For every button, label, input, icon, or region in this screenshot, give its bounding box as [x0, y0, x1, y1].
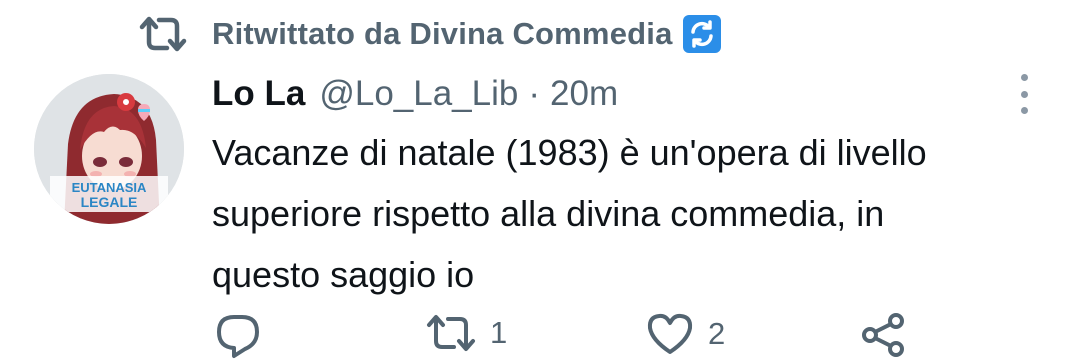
- author-handle[interactable]: @Lo_La_Lib: [319, 74, 518, 114]
- action-bar: 1 2: [0, 308, 1080, 360]
- reply-icon: [217, 315, 259, 358]
- retweet-icon: [138, 15, 188, 53]
- share-icon: [862, 313, 904, 357]
- tweet-text-line: superiore rispetto alla divina commedia,…: [212, 193, 885, 234]
- separator-dot: ·: [528, 74, 541, 113]
- tweet-timestamp[interactable]: 20m: [550, 74, 618, 114]
- avatar[interactable]: EUTANASIA LEGALE: [34, 74, 184, 224]
- retweet-banner-label[interactable]: Ritwittato da Divina Commedia: [212, 16, 673, 52]
- retweet-banner[interactable]: Ritwittato da Divina Commedia: [138, 12, 721, 56]
- tweet-header: Lo La @Lo_La_Lib · 20m: [212, 70, 618, 118]
- tweet-text-line: Vacanze di natale (1983) è un'opera di l…: [212, 132, 927, 173]
- refresh-icon: [682, 15, 721, 53]
- reply-button[interactable]: [214, 312, 262, 360]
- like-count: 2: [708, 316, 726, 351]
- retweet-icon: [427, 315, 475, 351]
- more-options-icon[interactable]: [1012, 72, 1036, 116]
- retweet-count: 1: [490, 315, 508, 350]
- heart-icon: [647, 313, 693, 354]
- like-button[interactable]: 2: [646, 312, 725, 356]
- share-button[interactable]: [860, 312, 908, 358]
- tweet-text: Vacanze di natale (1983) è un'opera di l…: [212, 122, 1052, 305]
- author-name[interactable]: Lo La: [212, 74, 305, 114]
- avatar-text-bottom: LEGALE: [81, 194, 138, 210]
- avatar-image: EUTANASIA LEGALE: [34, 74, 184, 224]
- retweet-button[interactable]: 1: [426, 312, 507, 354]
- tweet-text-line: questo saggio io: [212, 254, 475, 295]
- avatar-text-top: EUTANASIA: [72, 180, 147, 195]
